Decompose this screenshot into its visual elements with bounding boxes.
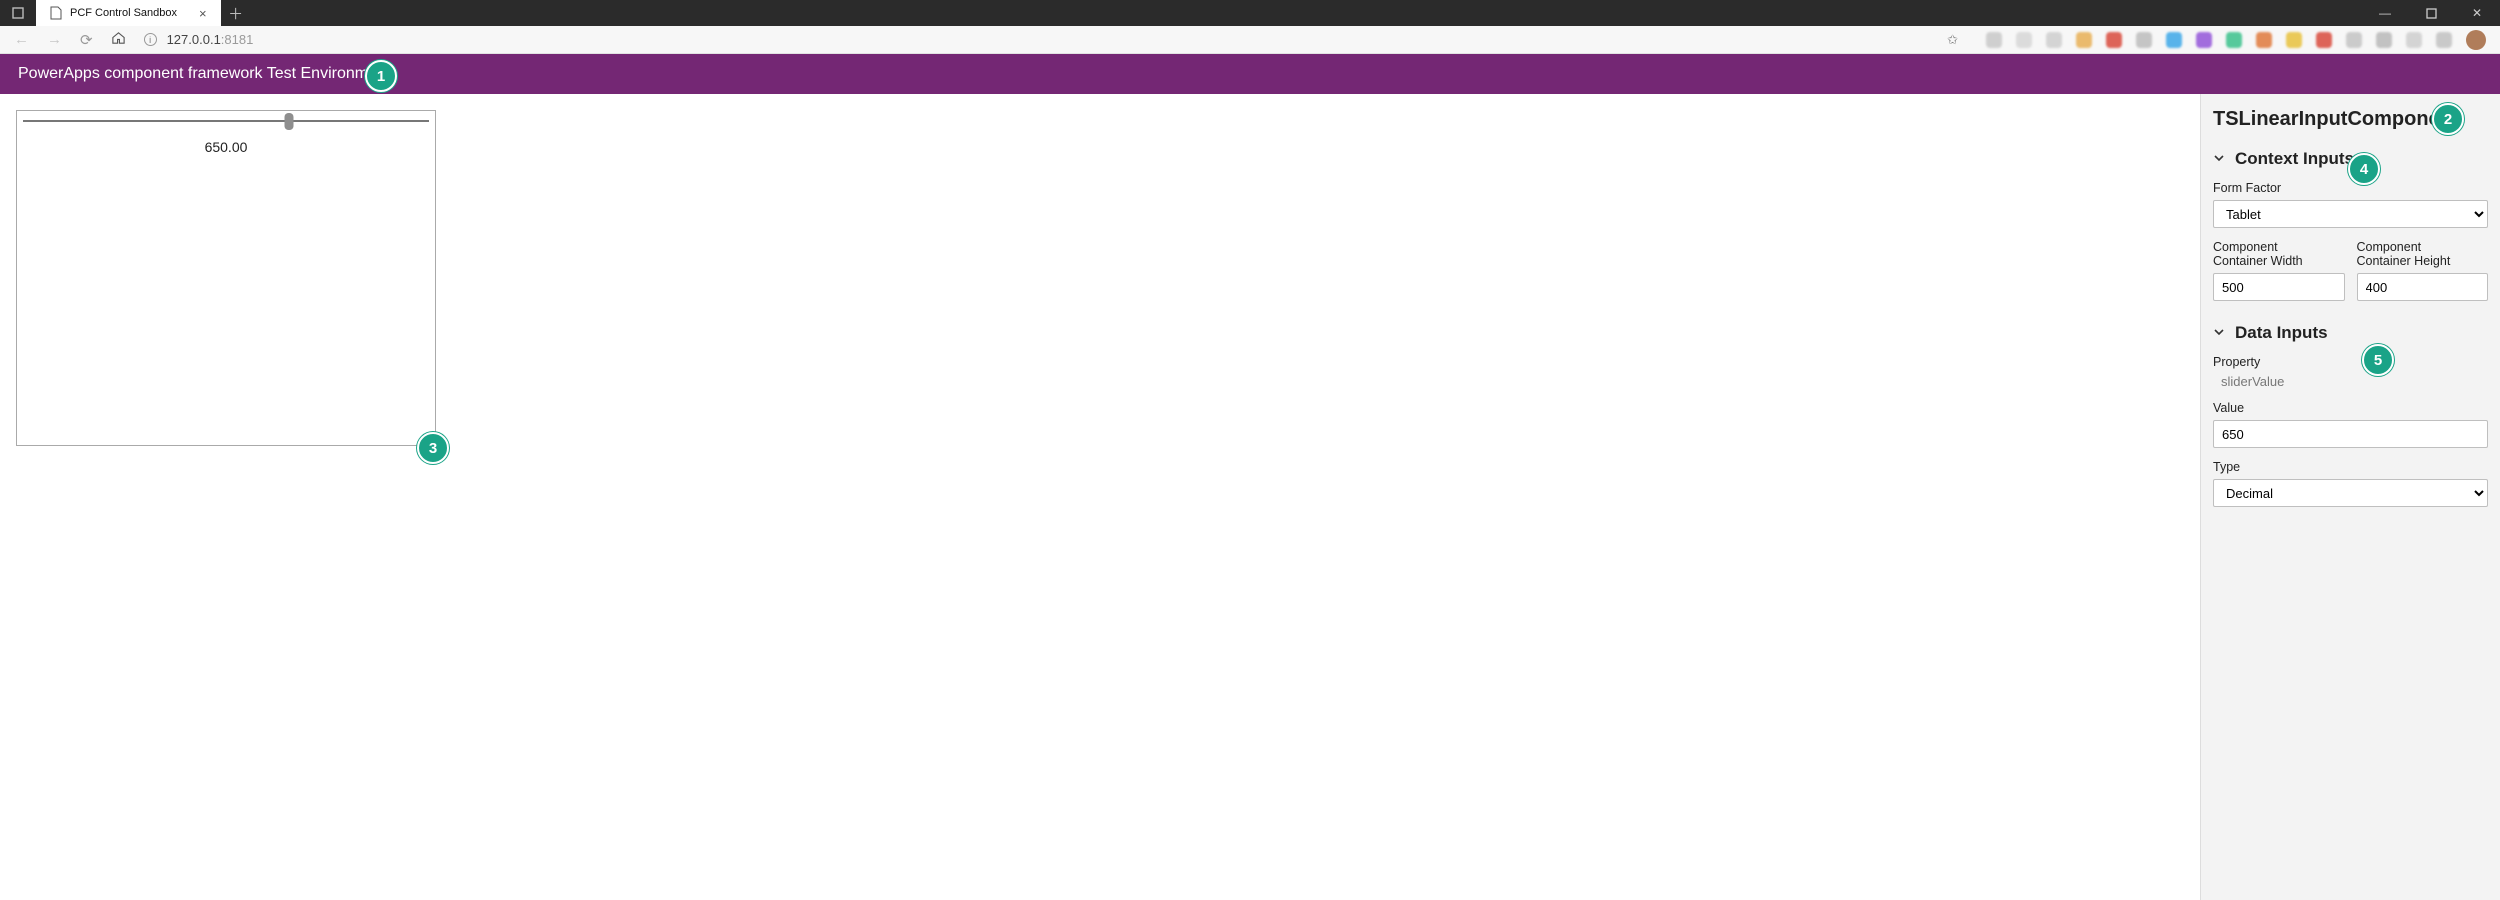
environment-title: PowerApps component framework Test Envir… (18, 65, 390, 83)
type-label: Type (2213, 460, 2488, 474)
properties-sidebar: TSLinearInputComponent Context Inputs Fo… (2200, 94, 2500, 900)
property-name: sliderValue (2221, 374, 2488, 389)
minimize-button[interactable]: — (2362, 0, 2408, 26)
browser-tab[interactable]: PCF Control Sandbox × (36, 0, 221, 26)
forward-button[interactable]: → (47, 31, 62, 48)
app-menu-icon[interactable] (0, 0, 36, 26)
home-button[interactable] (111, 30, 126, 49)
slider-track (23, 120, 429, 122)
extension-row (1986, 30, 2486, 50)
chevron-down-icon (2213, 149, 2225, 169)
component-name: TSLinearInputComponent (2213, 108, 2488, 131)
tab-title: PCF Control Sandbox (70, 7, 177, 19)
property-label: Property (2213, 355, 2488, 369)
design-canvas: 650.00 (0, 94, 2200, 900)
control-container: 650.00 (16, 110, 436, 446)
value-input[interactable] (2213, 420, 2488, 448)
url-host: 127.0.0.1 (167, 32, 221, 47)
address-bar[interactable]: i 127.0.0.1:8181 (144, 32, 254, 47)
close-window-button[interactable]: ✕ (2454, 0, 2500, 26)
page-icon (50, 6, 62, 20)
refresh-button[interactable]: ⟳ (80, 31, 93, 49)
form-factor-select[interactable]: Tablet (2213, 200, 2488, 228)
profile-avatar[interactable] (2466, 30, 2486, 50)
chevron-down-icon (2213, 323, 2225, 343)
environment-banner: PowerApps component framework Test Envir… (0, 54, 2500, 94)
new-tab-button[interactable]: ＋ (221, 0, 251, 26)
site-info-icon[interactable]: i (144, 33, 157, 46)
value-label: Value (2213, 401, 2488, 415)
context-inputs-heading[interactable]: Context Inputs (2213, 149, 2488, 169)
browser-navbar: ← → ⟳ i 127.0.0.1:8181 ✩ (0, 26, 2500, 54)
back-button[interactable]: ← (14, 31, 29, 48)
slider-thumb[interactable] (284, 113, 293, 130)
data-inputs-heading[interactable]: Data Inputs (2213, 323, 2488, 343)
container-width-input[interactable] (2213, 273, 2345, 301)
tab-close-icon[interactable]: × (199, 6, 207, 21)
context-inputs-section: Context Inputs Form Factor Tablet Compon… (2213, 149, 2488, 301)
container-height-input[interactable] (2357, 273, 2489, 301)
data-inputs-label: Data Inputs (2235, 323, 2328, 343)
data-inputs-section: Data Inputs Property sliderValue Value T… (2213, 323, 2488, 507)
favorite-button[interactable]: ✩ (1947, 32, 1958, 48)
type-select[interactable]: Decimal (2213, 479, 2488, 507)
form-factor-label: Form Factor (2213, 181, 2488, 195)
slider-value-label: 650.00 (17, 139, 435, 155)
height-label: Component Container Height (2357, 240, 2489, 268)
context-inputs-label: Context Inputs (2235, 149, 2354, 169)
maximize-button[interactable] (2408, 0, 2454, 26)
url-port: :8181 (221, 32, 254, 47)
width-label: Component Container Width (2213, 240, 2345, 268)
browser-titlebar: PCF Control Sandbox × ＋ — ✕ (0, 0, 2500, 26)
